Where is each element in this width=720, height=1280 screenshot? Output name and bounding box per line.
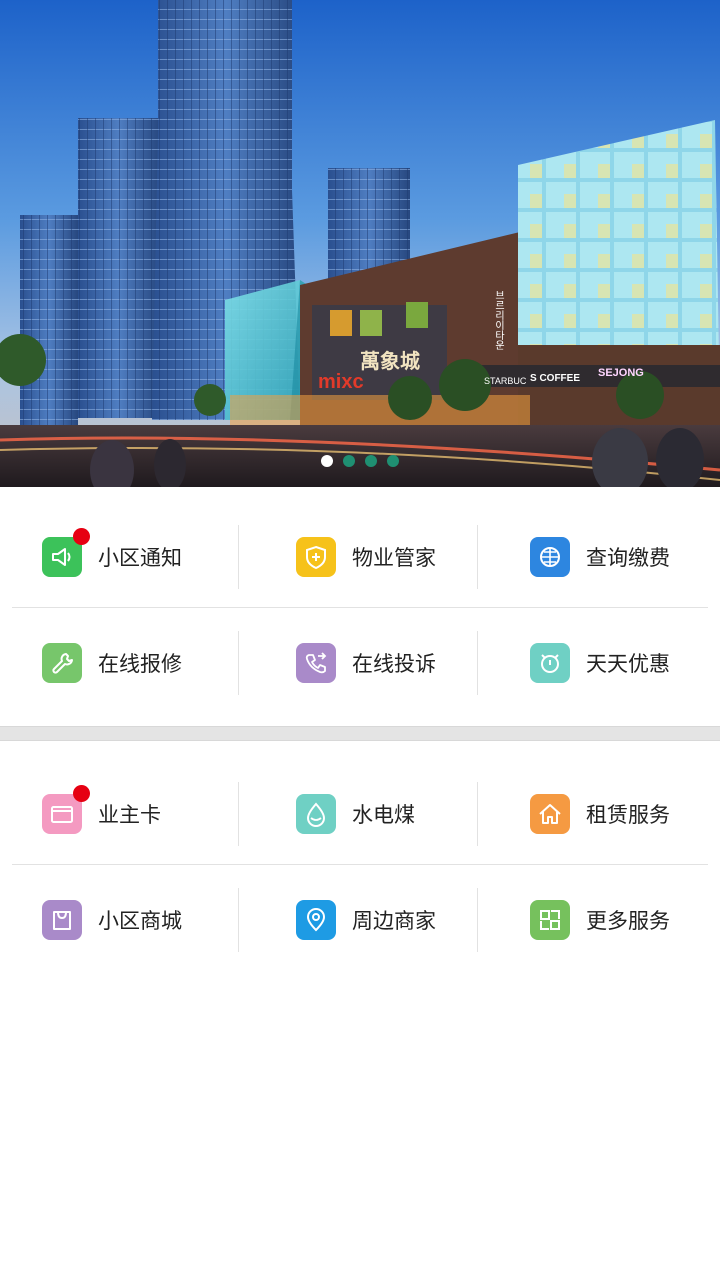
services-row-1: 小区通知 物业管家 查询缴费 <box>0 504 720 610</box>
sejong-sign-text: SEJONG <box>598 367 644 379</box>
shield-plus-icon <box>296 537 336 577</box>
service-nearby-merchants[interactable]: 周边商家 <box>240 867 480 973</box>
service-payment[interactable]: 查询缴费 <box>480 504 720 610</box>
service-utilities[interactable]: 水电煤 <box>240 761 480 867</box>
column-divider <box>238 525 239 589</box>
water-drop-icon <box>296 794 336 834</box>
grid-more-icon <box>530 900 570 940</box>
services-row-3: 业主卡 水电煤 租赁服务 <box>0 761 720 867</box>
column-divider <box>477 525 478 589</box>
notification-badge <box>73 528 90 545</box>
column-divider <box>477 888 478 952</box>
service-daily-deals[interactable]: 天天优惠 <box>480 610 720 716</box>
column-divider <box>477 782 478 846</box>
service-label: 物业管家 <box>352 546 436 570</box>
service-label: 周边商家 <box>352 909 436 933</box>
carousel-dot-2[interactable] <box>343 455 355 467</box>
service-label: 小区通知 <box>98 546 182 570</box>
phone-transfer-icon <box>296 643 336 683</box>
services-row-2: 在线报修 在线投诉 天天优惠 <box>0 610 720 716</box>
service-owner-card[interactable]: 业主卡 <box>0 761 240 867</box>
korean-vertical-sign: 브르리이타운 <box>493 290 505 350</box>
service-community-mall[interactable]: 小区商城 <box>0 867 240 973</box>
row-divider <box>12 864 708 865</box>
row-divider <box>12 607 708 608</box>
service-complaint[interactable]: 在线投诉 <box>240 610 480 716</box>
house-icon <box>530 794 570 834</box>
service-notice[interactable]: 小区通知 <box>0 504 240 610</box>
location-pin-icon <box>296 900 336 940</box>
speaker-icon <box>42 528 90 577</box>
banner-image: mixc 萬象城 S COFFEE STARBUC SEJONG 브르리이타운 <box>0 0 720 487</box>
column-divider <box>238 782 239 846</box>
shopping-bag-icon <box>42 900 82 940</box>
service-label: 租赁服务 <box>586 803 670 827</box>
wrench-icon <box>42 643 82 683</box>
globe-icon <box>530 537 570 577</box>
starbucks-sign-text: STARBUC <box>484 376 527 386</box>
column-divider <box>238 631 239 695</box>
column-divider <box>477 631 478 695</box>
service-label: 在线投诉 <box>352 652 436 676</box>
service-label: 查询缴费 <box>586 546 670 570</box>
service-rental[interactable]: 租赁服务 <box>480 761 720 867</box>
carousel-dot-4[interactable] <box>387 455 399 467</box>
card-icon <box>42 785 90 834</box>
service-label: 更多服务 <box>586 909 670 933</box>
service-label: 水电煤 <box>352 803 415 827</box>
carousel-indicators <box>0 455 720 467</box>
section-divider <box>0 726 720 741</box>
coffee-sign-text: S COFFEE <box>530 373 580 384</box>
services-group-2: 业主卡 水电煤 租赁服务 小区商城 周边商家 更多服务 <box>0 761 720 973</box>
banner-carousel[interactable]: mixc 萬象城 S COFFEE STARBUC SEJONG 브르리이타운 <box>0 0 720 487</box>
service-label: 在线报修 <box>98 652 182 676</box>
service-label: 业主卡 <box>98 803 161 827</box>
service-repair[interactable]: 在线报修 <box>0 610 240 716</box>
carousel-dot-3[interactable] <box>365 455 377 467</box>
notification-badge <box>73 785 90 802</box>
alarm-clock-icon <box>530 643 570 683</box>
service-label: 小区商城 <box>98 909 182 933</box>
services-row-4: 小区商城 周边商家 更多服务 <box>0 867 720 973</box>
services-group-1: 小区通知 物业管家 查询缴费 在线报修 在线投诉 天天优惠 <box>0 504 720 716</box>
service-label: 天天优惠 <box>586 652 670 676</box>
service-more[interactable]: 更多服务 <box>480 867 720 973</box>
column-divider <box>238 888 239 952</box>
mall-name-text: 萬象城 <box>360 349 420 373</box>
service-property-steward[interactable]: 物业管家 <box>240 504 480 610</box>
mall-logo-text: mixc <box>318 371 364 393</box>
carousel-dot-1[interactable] <box>321 455 333 467</box>
